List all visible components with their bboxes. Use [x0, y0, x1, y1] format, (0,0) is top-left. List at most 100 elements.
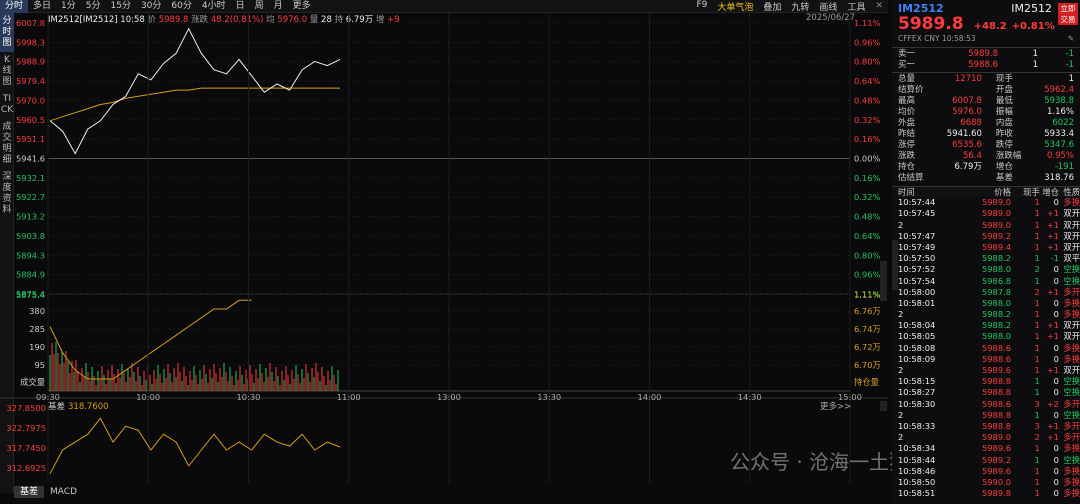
vol-tick: 190: [29, 342, 45, 352]
trade-row[interactable]: 2 5989.6 1 +1 双开: [892, 365, 1080, 376]
tool-button-4[interactable]: 画线: [814, 0, 842, 13]
trade-row[interactable]: 10:58:00 5987.8 2 +1 多开: [892, 287, 1080, 298]
trade-time: 10:58:51: [898, 488, 936, 499]
intraday-chart[interactable]: 6007.8 1.11% 5998.3 0.96% 5988.9 0.80% 5979.4 0…: [0, 13, 888, 487]
trade-row[interactable]: 10:58:33 5988.8 3 +1 多开: [892, 421, 1080, 432]
tool-button-3[interactable]: 九转: [786, 0, 814, 13]
trade-row[interactable]: 10:58:46 5989.6 1 0 多换: [892, 466, 1080, 477]
trade-row[interactable]: 10:57:52 5988.0 2 0 空换: [892, 264, 1080, 275]
pct-tick: 0.96%: [854, 270, 880, 280]
period-tab-7[interactable]: 4小时: [197, 0, 231, 13]
period-tab-0[interactable]: 分时: [0, 0, 29, 13]
watermark: 公众号 · 沧海一土狗: [730, 450, 910, 474]
trade-qty: 1: [1034, 454, 1040, 465]
tool-buttons: F9 大单气泡 叠加 九转 画线 工具: [691, 0, 870, 13]
trade-row[interactable]: 10:58:34 5989.6 1 0 多换: [892, 443, 1080, 454]
trade-price: 5988.8: [982, 376, 1012, 387]
basis-label: 基差: [48, 401, 65, 412]
trade-price: 5988.2: [982, 320, 1012, 331]
pct-tick: 0.64%: [854, 231, 880, 241]
trade-row[interactable]: 10:57:49 5989.4 1 +1 双开: [892, 242, 1080, 253]
trade-row[interactable]: 10:58:50 5990.0 1 0 多换: [892, 477, 1080, 488]
trade-time: 10:58:30: [898, 398, 936, 409]
stat-label: 持仓: [898, 162, 916, 172]
trade-row[interactable]: 10:57:45 5989.0 1 +1 双开: [892, 208, 1080, 219]
trade-row[interactable]: 10:58:05 5988.0 1 +1 双开: [892, 331, 1080, 342]
quick-trade-button[interactable]: 立即交易: [1058, 3, 1078, 25]
trade-oi: 0: [1053, 387, 1059, 398]
trade-row[interactable]: 10:58:01 5988.0 1 0 多换: [892, 298, 1080, 309]
trade-price: 5990.0: [982, 476, 1012, 487]
stat-value: 5976.0: [952, 107, 982, 117]
basis-scrollbar[interactable]: [880, 401, 887, 411]
rp-chg: +48.2: [973, 21, 1007, 32]
stat-label: 最高: [898, 96, 916, 106]
stat-value: 6.79万: [954, 162, 982, 172]
more-link[interactable]: 更多>>: [820, 401, 851, 412]
trade-row[interactable]: 2 5988.8 1 0 空换: [892, 410, 1080, 421]
trade-price: 5988.0: [982, 264, 1012, 275]
trade-qty: 1: [1034, 241, 1040, 252]
stat-value: -191: [1054, 162, 1074, 172]
close-icon[interactable]: ✕: [870, 1, 888, 11]
stat-row: 总量 12710 现手 1: [898, 74, 1074, 85]
tool-button-2[interactable]: 叠加: [758, 0, 786, 13]
stat-value: [935, 173, 982, 184]
period-tab-6[interactable]: 60分: [166, 0, 196, 13]
edit-icon[interactable]: ✎: [1068, 34, 1074, 45]
trade-oi: +1: [1046, 241, 1059, 252]
trade-type: 双开: [1063, 241, 1080, 252]
period-tab-9[interactable]: 周: [250, 0, 269, 13]
trade-row[interactable]: 10:58:44 5989.2 1 0 空换: [892, 455, 1080, 466]
period-tab-10[interactable]: 月: [269, 0, 288, 13]
time-tick: 09:30: [36, 392, 60, 402]
tool-button-0[interactable]: F9: [691, 0, 712, 13]
period-tab-8[interactable]: 日: [231, 0, 250, 13]
price-tick: 5941.6: [16, 154, 45, 164]
trade-qty: 1: [1034, 320, 1040, 331]
period-tab-5[interactable]: 30分: [136, 0, 166, 13]
trade-time: 10:58:44: [898, 454, 936, 465]
trade-row[interactable]: 2 5989.0 2 +1 多开: [892, 432, 1080, 443]
tool-button-5[interactable]: 工具: [842, 0, 870, 13]
period-tab-11[interactable]: 更多: [288, 0, 316, 13]
time-tick: 14:00: [638, 392, 662, 402]
trade-type: 多换: [1063, 353, 1080, 364]
trade-row[interactable]: 10:58:04 5988.2 1 +1 双开: [892, 320, 1080, 331]
chart-scrollbar[interactable]: [880, 261, 887, 301]
trade-qty: 1: [1034, 443, 1040, 454]
tool-button-1[interactable]: 大单气泡: [712, 0, 758, 13]
trade-row[interactable]: 10:58:08 5988.6 1 0 多换: [892, 343, 1080, 354]
trade-list[interactable]: 10:57:44 5989.0 1 0 多换 10:57:45 5989.0 1 +1 双开 2 59…: [892, 197, 1080, 499]
trade-row[interactable]: 10:58:15 5988.8 1 0 空换: [892, 376, 1080, 387]
trade-time: 10:58:46: [898, 465, 936, 476]
trade-row[interactable]: 10:58:27 5988.8 1 0 空换: [892, 387, 1080, 398]
trade-row[interactable]: 10:58:30 5988.6 3 +2 多开: [892, 399, 1080, 410]
trade-row[interactable]: 10:57:54 5986.8 1 0 空换: [892, 276, 1080, 287]
indicator-tab-0[interactable]: 基差: [14, 486, 45, 498]
trade-row[interactable]: 2 5989.0 1 +1 双开: [892, 220, 1080, 231]
trade-row[interactable]: 10:57:47 5989.2 1 +1 双开: [892, 231, 1080, 242]
stat-row: 昨结 5941.60 昨收 5933.4: [898, 129, 1074, 140]
trade-oi: 0: [1053, 275, 1059, 286]
trade-oi: +1: [1046, 432, 1059, 443]
trade-row[interactable]: 10:57:50 5988.2 1 -1 双平: [892, 253, 1080, 264]
bid-qty: 1: [1032, 60, 1038, 70]
trade-qty: 1: [1034, 197, 1040, 208]
period-tab-4[interactable]: 15分: [106, 0, 136, 13]
trade-type: 双平: [1063, 253, 1080, 264]
pct-tick: 0.16%: [854, 134, 880, 144]
trade-row[interactable]: 10:57:44 5989.0 1 0 多换: [892, 197, 1080, 208]
pct-tick: 0.64%: [854, 76, 880, 86]
period-tab-2[interactable]: 1分: [56, 0, 81, 13]
trade-row[interactable]: 10:58:51 5989.8 1 0 多换: [892, 488, 1080, 499]
trade-row[interactable]: 10:58:09 5988.6 1 0 多换: [892, 354, 1080, 365]
period-tab-3[interactable]: 5分: [81, 0, 106, 13]
period-tab-1[interactable]: 多日: [28, 0, 56, 13]
trade-row[interactable]: 2 5988.2 1 0 多换: [892, 309, 1080, 320]
time-tick: 11:00: [337, 392, 361, 402]
scroll-handle[interactable]: [892, 240, 898, 290]
indicator-tab-1[interactable]: MACD: [44, 486, 83, 498]
stat-value: 5962.4: [1044, 85, 1074, 95]
trade-type: 多换: [1063, 197, 1080, 208]
